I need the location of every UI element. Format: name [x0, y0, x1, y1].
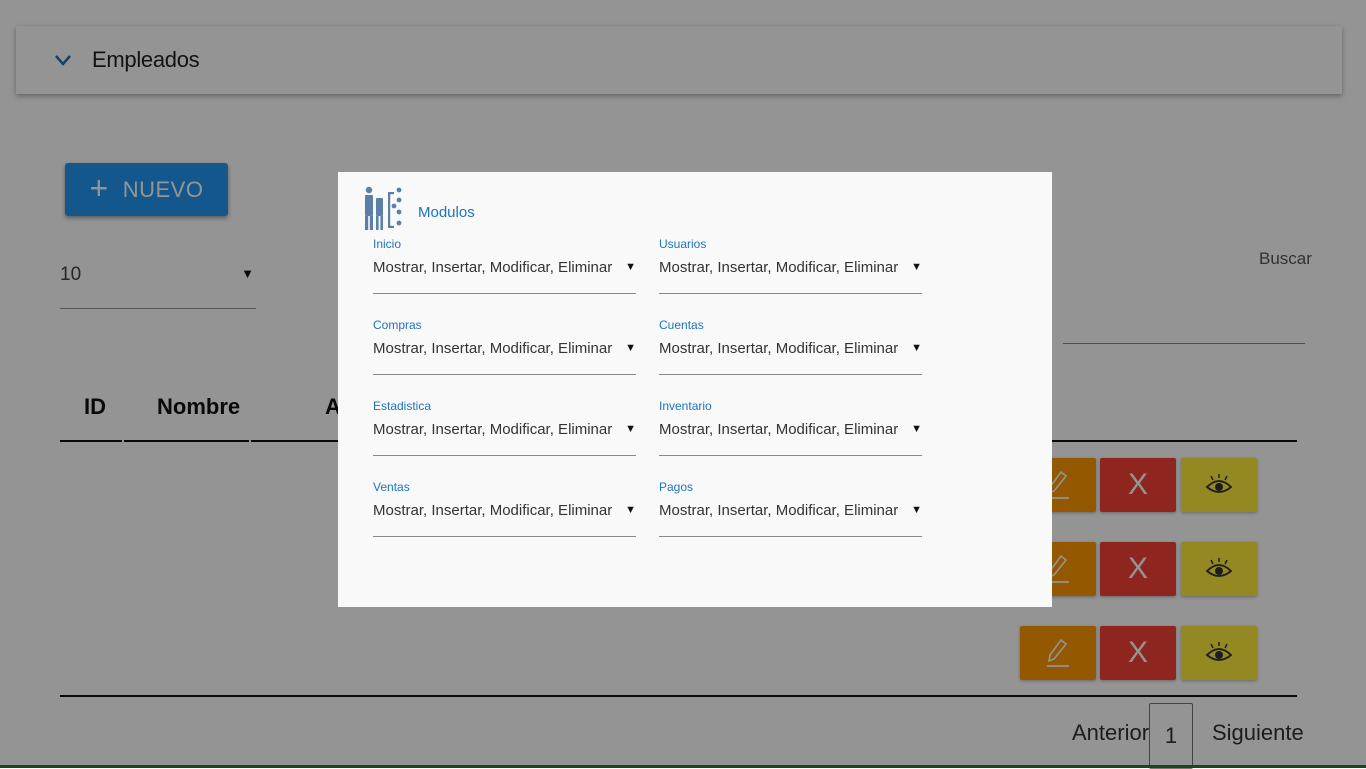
select-value: Mostrar, Insertar, Modificar, Eliminar	[373, 340, 613, 357]
dropdown-arrow-icon: ▼	[911, 342, 922, 354]
module-field-cuentas: Cuentas Mostrar, Insertar, Modificar, El…	[659, 318, 922, 384]
permissions-select[interactable]: Mostrar, Insertar, Modificar, Eliminar ▼	[659, 257, 922, 294]
module-field-inventario: Inventario Mostrar, Insertar, Modificar,…	[659, 399, 922, 465]
modal-header: Modulos	[362, 186, 475, 232]
module-field-compras: Compras Mostrar, Insertar, Modificar, El…	[373, 318, 636, 384]
select-value: Mostrar, Insertar, Modificar, Eliminar	[659, 259, 899, 276]
module-field-estadistica: Estadistica Mostrar, Insertar, Modificar…	[373, 399, 636, 465]
permissions-select[interactable]: Mostrar, Insertar, Modificar, Eliminar ▼	[659, 419, 922, 456]
permissions-select[interactable]: Mostrar, Insertar, Modificar, Eliminar ▼	[373, 500, 636, 537]
permissions-select[interactable]: Mostrar, Insertar, Modificar, Eliminar ▼	[659, 338, 922, 375]
select-value: Mostrar, Insertar, Modificar, Eliminar	[373, 259, 613, 276]
field-label: Ventas	[373, 480, 410, 494]
select-value: Mostrar, Insertar, Modificar, Eliminar	[373, 421, 613, 438]
field-label: Inventario	[659, 399, 712, 413]
select-value: Mostrar, Insertar, Modificar, Eliminar	[373, 502, 613, 519]
dropdown-arrow-icon: ▼	[625, 342, 636, 354]
field-label: Usuarios	[659, 237, 707, 251]
field-label: Cuentas	[659, 318, 704, 332]
dropdown-arrow-icon: ▼	[625, 423, 636, 435]
field-label: Estadistica	[373, 399, 432, 413]
module-field-inicio: Inicio Mostrar, Insertar, Modificar, Eli…	[373, 237, 636, 303]
modules-modal: Modulos Inicio Mostrar, Insertar, Modifi…	[338, 172, 1052, 607]
modal-title: Modulos	[418, 203, 475, 221]
field-label: Pagos	[659, 480, 694, 494]
select-value: Mostrar, Insertar, Modificar, Eliminar	[659, 340, 899, 357]
permissions-select[interactable]: Mostrar, Insertar, Modificar, Eliminar ▼	[659, 500, 922, 537]
dropdown-arrow-icon: ▼	[911, 504, 922, 516]
permissions-select[interactable]: Mostrar, Insertar, Modificar, Eliminar ▼	[373, 419, 636, 456]
module-field-usuarios: Usuarios Mostrar, Insertar, Modificar, E…	[659, 237, 922, 303]
select-value: Mostrar, Insertar, Modificar, Eliminar	[659, 421, 899, 438]
module-field-pagos: Pagos Mostrar, Insertar, Modificar, Elim…	[659, 480, 922, 546]
permissions-select[interactable]: Mostrar, Insertar, Modificar, Eliminar ▼	[373, 338, 636, 375]
select-value: Mostrar, Insertar, Modificar, Eliminar	[659, 502, 899, 519]
field-label: Compras	[373, 318, 422, 332]
dropdown-arrow-icon: ▼	[911, 423, 922, 435]
module-field-ventas: Ventas Mostrar, Insertar, Modificar, Eli…	[373, 480, 636, 546]
dropdown-arrow-icon: ▼	[911, 261, 922, 273]
permissions-select[interactable]: Mostrar, Insertar, Modificar, Eliminar ▼	[373, 257, 636, 294]
field-label: Inicio	[373, 237, 402, 251]
users-permissions-icon	[365, 186, 402, 230]
dropdown-arrow-icon: ▼	[625, 261, 636, 273]
dropdown-arrow-icon: ▼	[625, 504, 636, 516]
